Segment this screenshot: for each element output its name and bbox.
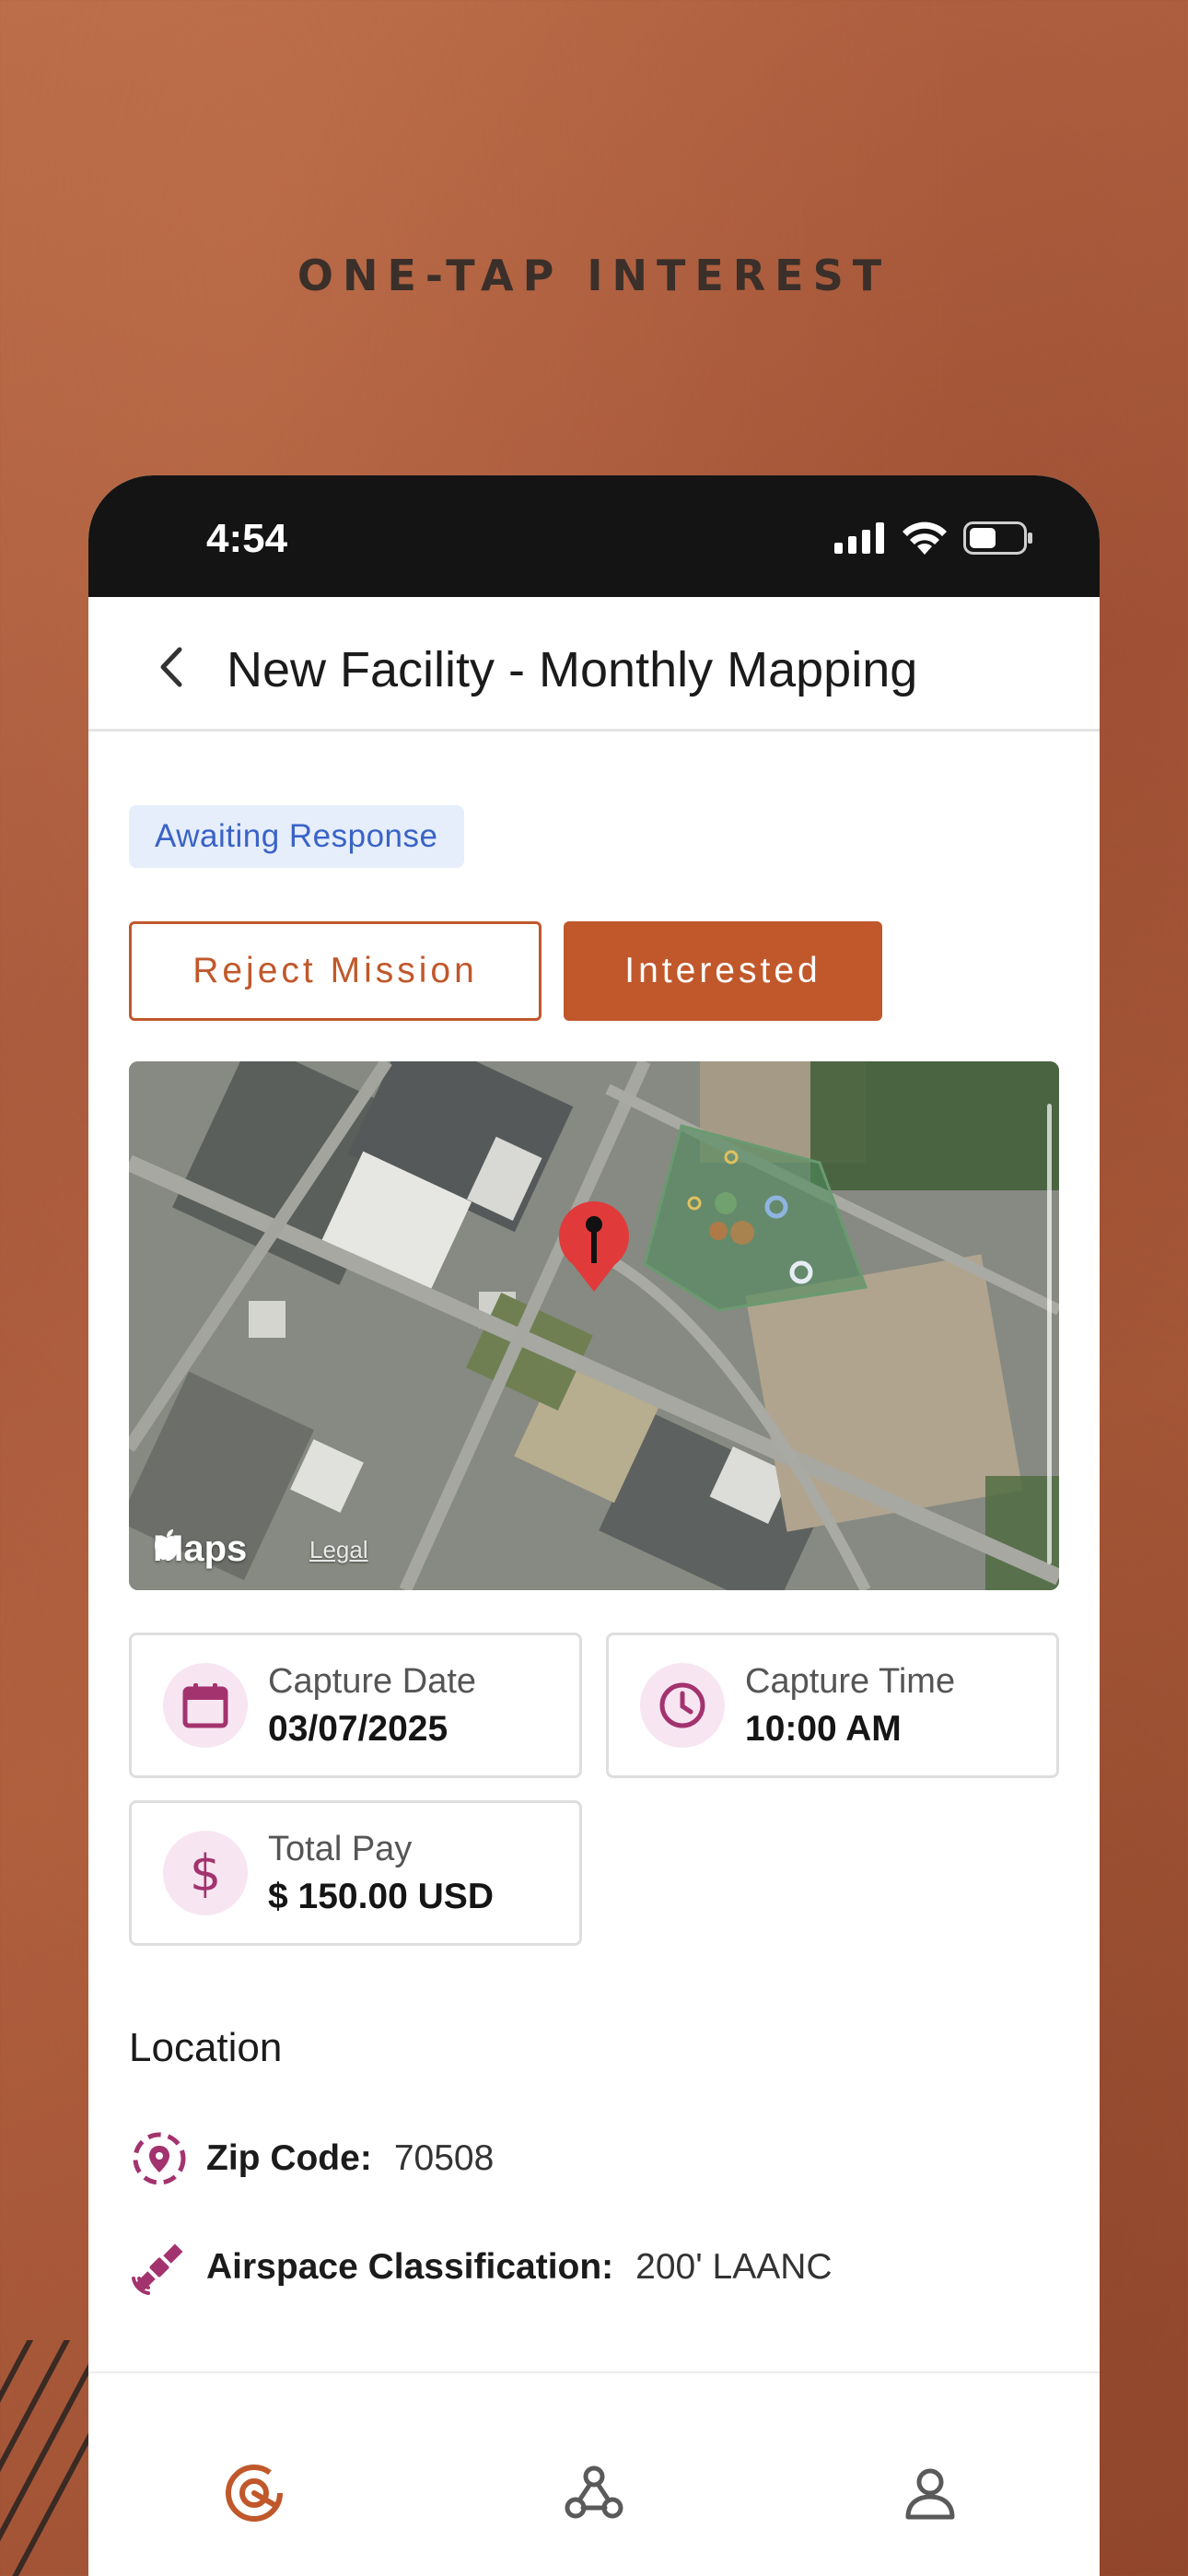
tab-integrations[interactable] [557, 2456, 631, 2530]
location-pin-icon [129, 2128, 190, 2189]
status-icons [834, 521, 1033, 555]
total-pay-card: $ Total Pay $ 150.00 USD [129, 1800, 582, 1946]
phone-screen: 4:54 New Facility - Monthly Mapping Awai… [88, 475, 1100, 2576]
total-pay-value: $ 150.00 USD [268, 1876, 494, 1916]
page-title: New Facility - Monthly Mapping [227, 642, 918, 697]
capture-date-value: 03/07/2025 [268, 1708, 448, 1749]
status-bar: 4:54 [88, 475, 1100, 597]
zip-code-label: Zip Code: [206, 2138, 372, 2178]
battery-icon [963, 521, 1032, 555]
status-time: 4:54 [206, 516, 288, 561]
status-badge: Awaiting Response [129, 805, 464, 868]
tab-missions[interactable] [217, 2456, 291, 2530]
profile-icon [905, 2468, 955, 2520]
interested-button[interactable]: Interested [564, 921, 882, 1021]
webhook-icon [565, 2465, 623, 2519]
satellite-icon [129, 2237, 190, 2298]
map-scrollbar[interactable] [1047, 1104, 1052, 1564]
dollar-icon: $ [163, 1831, 248, 1915]
apple-icon [155, 1529, 179, 1561]
mission-content: Awaiting Response Reject Mission Interes… [88, 732, 1100, 2298]
maps-logo: Maps [153, 1528, 247, 1570]
decorative-stripes [0, 2340, 92, 2576]
chevron-left-icon [160, 647, 182, 687]
satellite-map-image [129, 1061, 1059, 1590]
total-pay-label: Total Pay [268, 1829, 413, 1868]
mission-map[interactable]: Maps Legal [129, 1061, 1059, 1590]
clock-icon [640, 1663, 725, 1748]
capture-time-card: Capture Time 10:00 AM [606, 1633, 1059, 1778]
map-legal-link[interactable]: Legal [309, 1536, 368, 1564]
wifi-icon [903, 521, 947, 555]
marketing-title: ONE-TAP INTEREST [297, 251, 891, 300]
calendar-icon [163, 1663, 248, 1748]
back-button[interactable] [149, 645, 193, 689]
target-icon [226, 2465, 283, 2522]
capture-time-value: 10:00 AM [745, 1708, 902, 1749]
airspace-row: Airspace Classification: 200' LAANC [129, 2237, 1059, 2298]
airspace-value: 200' LAANC [635, 2247, 833, 2287]
mission-details: Capture Date 03/07/2025 Capture Time 10:… [129, 1633, 1059, 1946]
airspace-label: Airspace Classification: [206, 2247, 614, 2287]
zip-code-value: 70508 [393, 2138, 495, 2178]
tab-bar [88, 2371, 1100, 2576]
mission-actions: Reject Mission Interested [129, 921, 1059, 1021]
capture-time-label: Capture Time [745, 1661, 956, 1701]
capture-date-label: Capture Date [268, 1661, 477, 1701]
tab-profile[interactable] [893, 2456, 967, 2530]
zip-code-row: Zip Code: 70508 [129, 2128, 1059, 2189]
capture-date-card: Capture Date 03/07/2025 [129, 1633, 582, 1778]
location-heading: Location [129, 2025, 283, 2070]
reject-mission-button[interactable]: Reject Mission [129, 921, 542, 1021]
nav-header: New Facility - Monthly Mapping [88, 597, 1100, 732]
signal-icon [834, 522, 884, 554]
